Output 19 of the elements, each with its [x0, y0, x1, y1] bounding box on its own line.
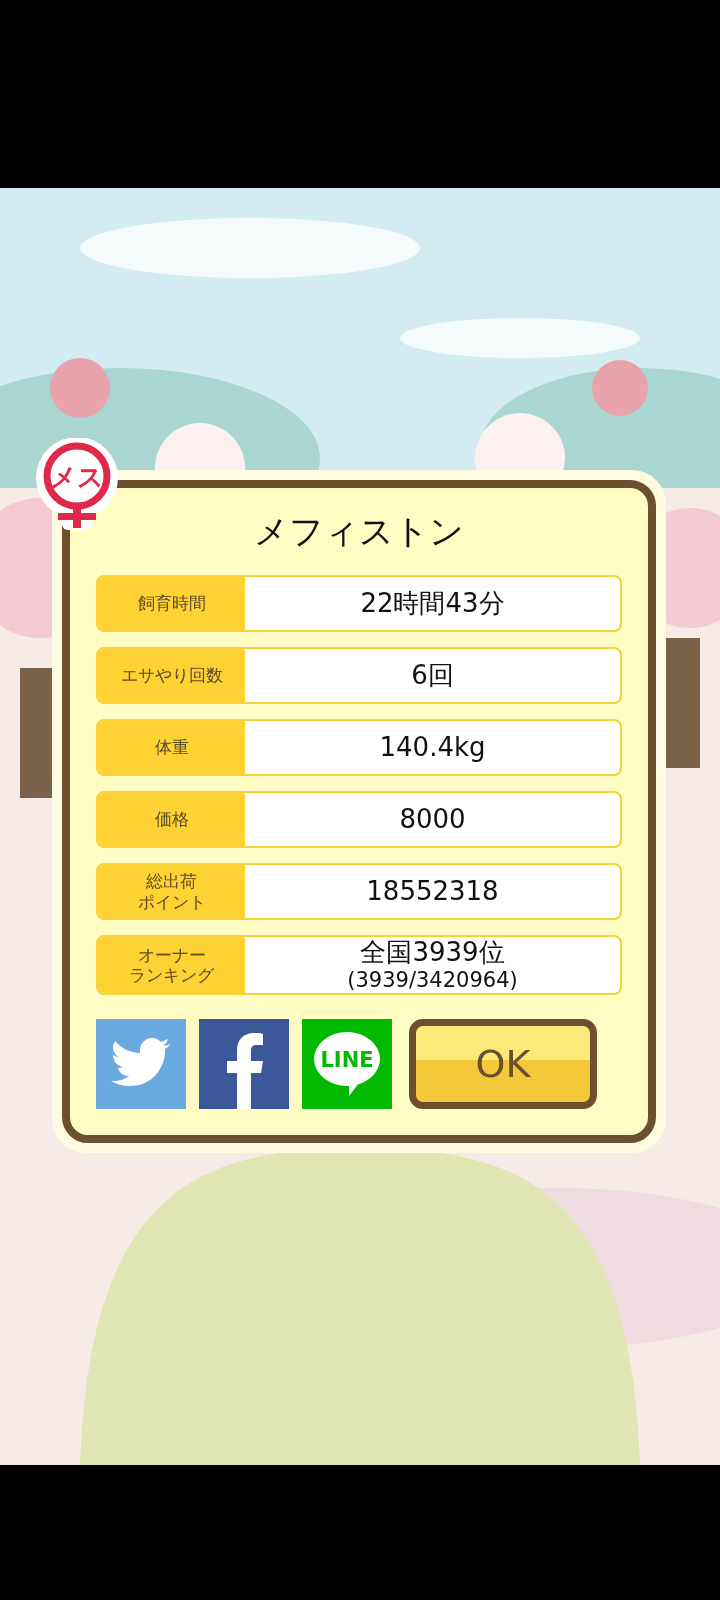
stat-subvalue: (3939/3420964)	[347, 968, 518, 994]
stat-value: 8000	[399, 803, 466, 836]
stat-value: 140.4kg	[379, 731, 486, 764]
line-share-button[interactable]: LINE	[302, 1019, 392, 1110]
stat-label: 総出荷	[146, 871, 197, 892]
stat-label: ポイント	[137, 891, 206, 912]
stat-label: 価格	[154, 809, 189, 830]
stat-value: 18552318	[366, 875, 499, 908]
dialog-title: メフィストン	[254, 510, 464, 553]
stat-label: オーナー	[137, 944, 206, 966]
stat-value: 6回	[411, 659, 454, 692]
stat-value: 22時間43分	[360, 587, 505, 620]
stat-label: エサやり回数	[120, 665, 223, 686]
stat-label: 体重	[154, 737, 189, 758]
line-logo: LINE	[313, 1031, 381, 1098]
stat-label: 飼育時間	[137, 593, 206, 614]
stat-label: ランキング	[129, 965, 214, 986]
ok-button[interactable]: OK	[409, 1019, 597, 1110]
stat-value: 全国3939位	[360, 937, 505, 969]
